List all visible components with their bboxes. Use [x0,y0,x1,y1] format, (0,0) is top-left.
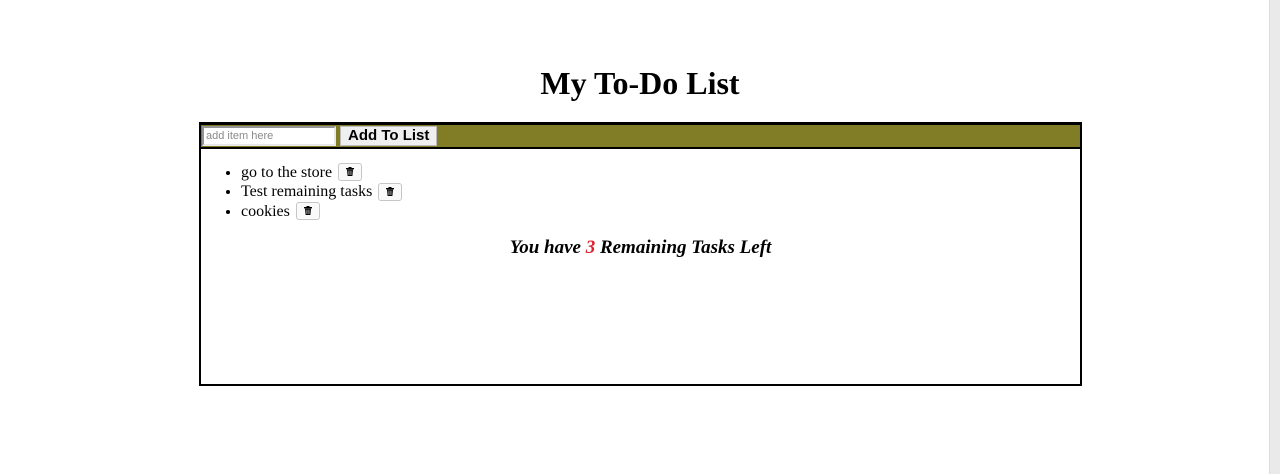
trash-icon [303,205,312,215]
delete-item-button[interactable] [338,163,363,182]
delete-item-button[interactable] [378,182,403,201]
list-item-label: cookies [241,202,290,220]
list-item: cookies [241,201,1080,221]
add-item-toolbar: Add To List [201,124,1080,149]
todo-container: Add To List go to the store Test remaini… [199,122,1082,386]
todo-list: go to the store Test remaining tasks [201,163,1080,221]
trash-icon [346,167,355,177]
summary-suffix: Remaining Tasks Left [599,236,772,258]
list-item: Test remaining tasks [241,182,1080,201]
add-item-input[interactable] [202,126,336,146]
summary-prefix: You have [509,236,581,258]
trash-icon [386,186,395,196]
list-item-label: Test remaining tasks [241,183,373,201]
remaining-count: 3 [585,236,596,258]
list-item-label: go to the store [241,164,333,181]
remaining-tasks-summary: You have 3 Remaining Tasks Left [201,237,1080,259]
page-title: My To-Do List [540,65,740,101]
add-to-list-button[interactable]: Add To List [340,126,438,146]
window-scrollbar[interactable] [1269,0,1280,474]
list-item: go to the store [241,163,1080,182]
delete-item-button[interactable] [295,201,320,220]
page: My To-Do List Add To List go to the stor… [0,0,1270,474]
